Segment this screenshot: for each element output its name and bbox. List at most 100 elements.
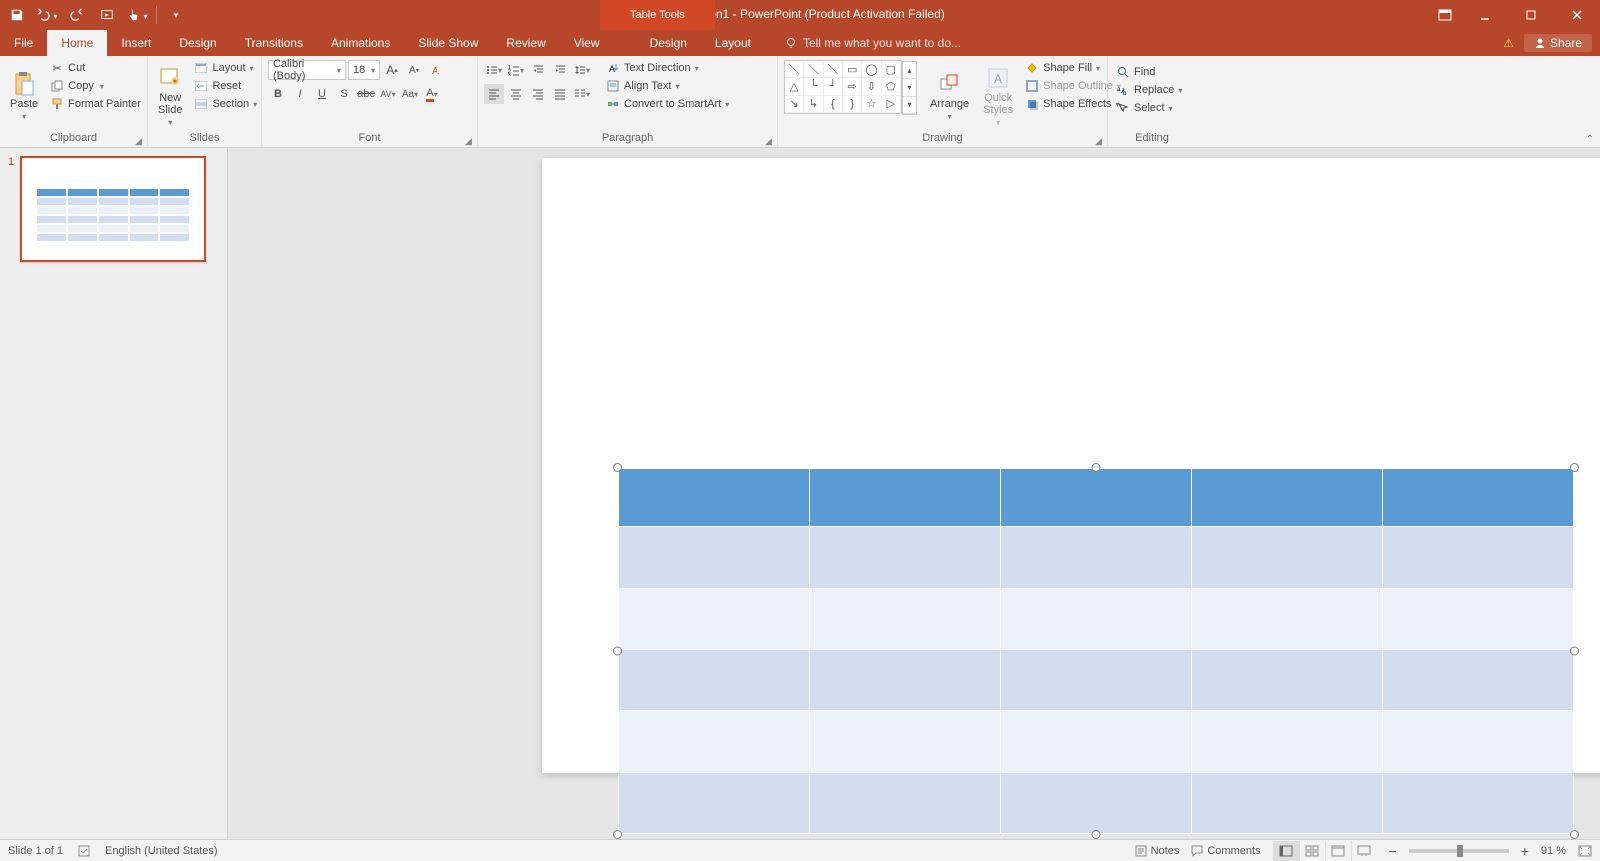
paste-button[interactable]: Paste ▾ bbox=[6, 60, 42, 132]
convert-smartart-button[interactable]: Convert to SmartArt bbox=[604, 96, 731, 112]
shape-line3-icon[interactable]: ＼ bbox=[824, 61, 843, 78]
selection-handle-sw[interactable] bbox=[613, 830, 622, 839]
text-direction-button[interactable]: AText Direction bbox=[604, 60, 731, 76]
tab-table-design[interactable]: Design bbox=[636, 30, 701, 56]
shape-roundrect-icon[interactable]: ▢ bbox=[882, 61, 901, 78]
shape-line-icon[interactable]: ＼ bbox=[785, 61, 804, 78]
font-launcher-icon[interactable]: ◢ bbox=[465, 136, 475, 146]
strikethrough-icon[interactable]: abc bbox=[356, 84, 376, 104]
section-button[interactable]: Section bbox=[192, 96, 259, 112]
inserted-table[interactable] bbox=[618, 468, 1574, 834]
change-case-icon[interactable]: Aa bbox=[400, 84, 420, 104]
selection-handle-se[interactable] bbox=[1570, 830, 1579, 839]
numbering-icon[interactable]: 123 bbox=[506, 60, 526, 80]
clear-formatting-icon[interactable]: A bbox=[426, 60, 446, 80]
customize-qat-icon[interactable]: ▾ bbox=[165, 4, 187, 26]
shape-brace-r-icon[interactable]: } bbox=[843, 96, 862, 113]
align-text-button[interactable]: Align Text bbox=[604, 78, 731, 94]
tab-transitions[interactable]: Transitions bbox=[231, 30, 317, 56]
shape-callout-icon[interactable]: ⬠ bbox=[882, 78, 901, 95]
tab-home[interactable]: Home bbox=[47, 30, 107, 56]
tab-review[interactable]: Review bbox=[492, 30, 559, 56]
paragraph-launcher-icon[interactable]: ◢ bbox=[765, 136, 775, 146]
shape-star-icon[interactable]: ☆ bbox=[862, 96, 881, 113]
tab-animations[interactable]: Animations bbox=[317, 30, 404, 56]
layout-button[interactable]: Layout bbox=[192, 60, 259, 76]
select-button[interactable]: Select bbox=[1114, 100, 1190, 116]
align-center-icon[interactable] bbox=[506, 84, 526, 104]
font-name-select[interactable]: Calibri (Body)▾ bbox=[268, 60, 346, 80]
underline-icon[interactable]: U bbox=[312, 84, 332, 104]
collapse-ribbon-icon[interactable]: ⌃ bbox=[1586, 134, 1594, 145]
tab-table-layout[interactable]: Layout bbox=[701, 30, 765, 56]
shape-action-icon[interactable]: ▷ bbox=[882, 96, 901, 113]
zoom-out-icon[interactable]: − bbox=[1389, 843, 1397, 859]
shape-connector2-icon[interactable]: ↳ bbox=[804, 96, 823, 113]
touch-mode-icon[interactable] bbox=[126, 4, 148, 26]
font-color-icon[interactable]: A bbox=[422, 84, 442, 104]
shape-line2-icon[interactable]: ＼ bbox=[804, 61, 823, 78]
slide-canvas-area[interactable] bbox=[228, 148, 1600, 839]
tab-design[interactable]: Design bbox=[165, 30, 230, 56]
font-size-select[interactable]: 18▾ bbox=[348, 60, 380, 80]
quick-styles-button[interactable]: A Quick Styles ▾ bbox=[979, 60, 1017, 132]
decrease-font-icon[interactable]: A▾ bbox=[404, 60, 424, 80]
slide-thumbnail-panel[interactable]: 1 bbox=[0, 148, 228, 839]
increase-indent-icon[interactable] bbox=[550, 60, 570, 80]
thumbnail-slide-1[interactable]: 1 bbox=[8, 156, 227, 262]
reset-button[interactable]: Reset bbox=[192, 78, 259, 94]
character-spacing-icon[interactable]: AV bbox=[378, 84, 398, 104]
increase-font-icon[interactable]: A▴ bbox=[382, 60, 402, 80]
cut-button[interactable]: ✂Cut bbox=[48, 60, 143, 76]
format-painter-button[interactable]: Format Painter bbox=[48, 96, 143, 112]
tab-view[interactable]: View bbox=[560, 30, 614, 56]
selection-handle-e[interactable] bbox=[1570, 647, 1579, 656]
clipboard-launcher-icon[interactable]: ◢ bbox=[135, 136, 145, 146]
zoom-level[interactable]: 91 % bbox=[1541, 845, 1566, 857]
start-from-beginning-icon[interactable] bbox=[96, 4, 118, 26]
undo-icon[interactable] bbox=[36, 4, 58, 26]
shape-triangle-icon[interactable]: △ bbox=[785, 78, 804, 95]
shape-l2-icon[interactable]: ┘ bbox=[824, 78, 843, 95]
ribbon-display-options-icon[interactable] bbox=[1428, 0, 1462, 30]
align-left-icon[interactable] bbox=[484, 84, 504, 104]
zoom-slider-thumb[interactable] bbox=[1457, 845, 1463, 857]
fit-to-window-icon[interactable] bbox=[1578, 845, 1592, 857]
replace-button[interactable]: abReplace bbox=[1114, 82, 1190, 98]
redo-icon[interactable] bbox=[66, 4, 88, 26]
comments-button[interactable]: Comments bbox=[1191, 845, 1260, 857]
shapes-gallery-scroll[interactable]: ▴▾▾ bbox=[902, 61, 917, 115]
decrease-indent-icon[interactable] bbox=[528, 60, 548, 80]
shape-brace-l-icon[interactable]: { bbox=[824, 96, 843, 113]
tab-file[interactable]: File bbox=[0, 30, 47, 56]
status-slide-count[interactable]: Slide 1 of 1 bbox=[8, 845, 63, 857]
bullets-icon[interactable] bbox=[484, 60, 504, 80]
new-slide-button[interactable]: ✶ New Slide ▾ bbox=[154, 60, 186, 132]
italic-icon[interactable]: I bbox=[290, 84, 310, 104]
selection-handle-n[interactable] bbox=[1092, 463, 1101, 472]
bold-icon[interactable]: B bbox=[268, 84, 288, 104]
save-icon[interactable] bbox=[6, 4, 28, 26]
copy-button[interactable]: Copy▾ bbox=[48, 78, 143, 94]
zoom-slider[interactable] bbox=[1409, 849, 1509, 853]
spellcheck-icon[interactable] bbox=[77, 844, 91, 858]
tab-insert[interactable]: Insert bbox=[107, 30, 165, 56]
reading-view-icon[interactable] bbox=[1325, 841, 1351, 861]
justify-icon[interactable] bbox=[550, 84, 570, 104]
arrange-button[interactable]: Arrange ▾ bbox=[926, 60, 973, 132]
close-icon[interactable] bbox=[1554, 0, 1600, 30]
normal-view-icon[interactable] bbox=[1273, 841, 1299, 861]
slideshow-view-icon[interactable] bbox=[1351, 841, 1377, 861]
shape-connector-icon[interactable]: ↘ bbox=[785, 96, 804, 113]
shapes-gallery[interactable]: ＼ ＼ ＼ ▭ ◯ ▢ △ └ ┘ ⇨ ⇩ ⬠ ↘ ↳ { } ☆ bbox=[784, 60, 902, 114]
minimize-icon[interactable] bbox=[1462, 0, 1508, 30]
selection-handle-s[interactable] bbox=[1092, 830, 1101, 839]
find-button[interactable]: Find bbox=[1114, 64, 1190, 80]
table-object[interactable] bbox=[618, 468, 1574, 834]
selection-handle-ne[interactable] bbox=[1570, 463, 1579, 472]
maximize-icon[interactable] bbox=[1508, 0, 1554, 30]
notes-button[interactable]: Notes bbox=[1135, 845, 1180, 857]
tab-slideshow[interactable]: Slide Show bbox=[404, 30, 492, 56]
shape-arrow-d-icon[interactable]: ⇩ bbox=[862, 78, 881, 95]
line-spacing-icon[interactable] bbox=[572, 60, 592, 80]
